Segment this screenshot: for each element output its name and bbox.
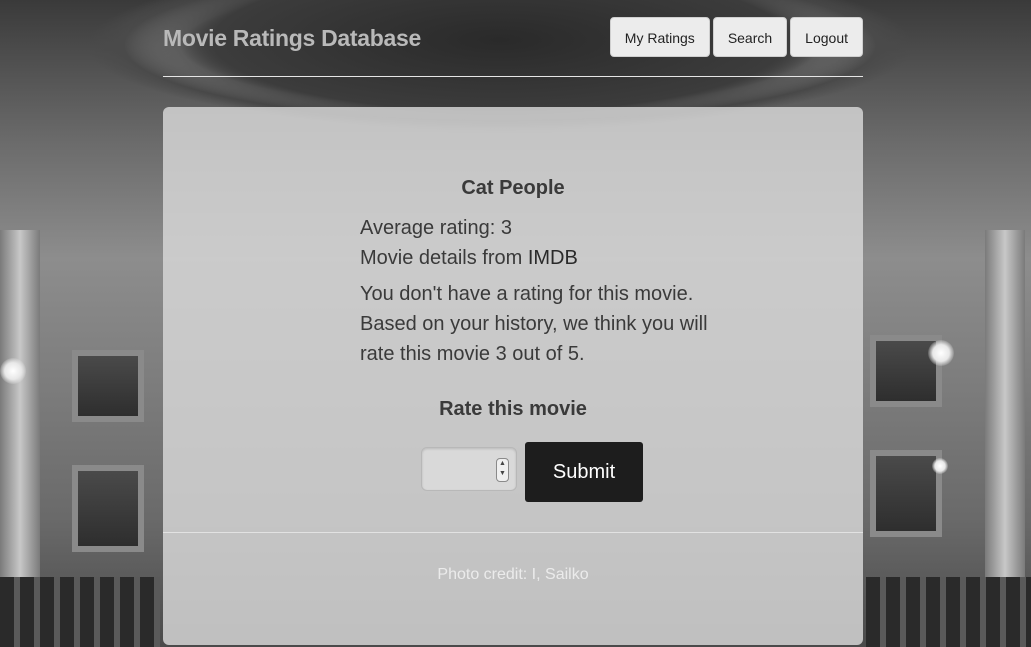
background-lamp (928, 340, 954, 366)
movie-details-prefix: Movie details from (360, 247, 528, 269)
search-button[interactable]: Search (712, 17, 788, 57)
rate-form: ▲ ▼ Submit (421, 442, 643, 502)
submit-button[interactable]: Submit (525, 442, 643, 502)
nav-bar: My Ratings Search Logout (609, 17, 863, 57)
background-seats (0, 577, 160, 647)
background-balcony (72, 350, 144, 422)
my-ratings-button[interactable]: My Ratings (609, 17, 710, 57)
imdb-link[interactable]: IMDB (528, 247, 578, 269)
brand-title[interactable]: Movie Ratings Database (163, 25, 421, 52)
movie-info: Average rating: 3 Movie details from IMD… (360, 213, 740, 369)
background-balcony (870, 450, 942, 537)
background-lamp (932, 458, 948, 474)
logout-button[interactable]: Logout (790, 17, 863, 57)
predicted-rating-text: You don't have a rating for this movie. … (360, 283, 708, 365)
movie-details-line: Movie details from IMDB (360, 243, 740, 273)
average-rating: Average rating: 3 (360, 217, 512, 239)
background-seats (866, 577, 1031, 647)
rating-input[interactable]: ▲ ▼ (421, 447, 517, 491)
photo-credit: Photo credit: I, Sailko (437, 566, 589, 583)
movie-title: Cat People (461, 177, 565, 199)
background-lamp (0, 358, 26, 384)
divider (163, 532, 863, 533)
number-spinner-icon[interactable]: ▲ ▼ (496, 458, 509, 482)
background-balcony (72, 465, 144, 552)
rate-heading: Rate this movie (439, 398, 587, 420)
movie-panel: Cat People Average rating: 3 Movie detai… (163, 107, 863, 645)
header: Movie Ratings Database My Ratings Search… (163, 16, 863, 77)
